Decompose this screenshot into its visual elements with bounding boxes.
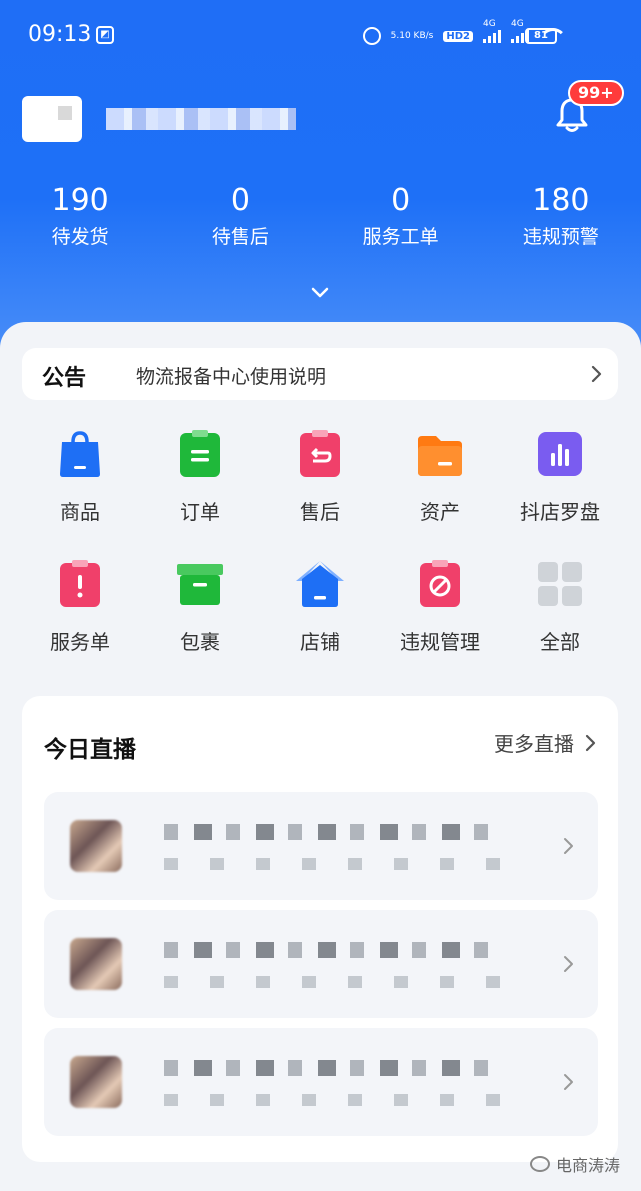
live-name-blurred — [164, 824, 504, 840]
hd-voice-icon: HD2 — [443, 30, 473, 42]
stat-label: 待售后 — [211, 226, 269, 248]
stat-label: 待发货 — [51, 226, 109, 248]
shortcut-label: 店铺 — [300, 630, 340, 654]
app-notification-icon: ◩ — [96, 26, 114, 44]
status-time: 09:13 — [28, 22, 92, 47]
shortcut-label: 售后 — [300, 500, 340, 524]
live-section-title: 今日直播 — [44, 737, 136, 763]
shortcut-orders[interactable]: 订单 — [140, 424, 260, 554]
shop-name-blurred[interactable] — [106, 108, 296, 130]
shortcut-violations[interactable]: 违规管理 — [380, 554, 500, 684]
chevron-right-icon — [564, 838, 573, 854]
wechat-icon — [530, 1156, 550, 1172]
forbidden-icon — [414, 558, 466, 610]
live-name-blurred — [164, 1060, 504, 1076]
notice-tag: 公告 — [42, 366, 87, 391]
shortcut-products[interactable]: 商品 — [20, 424, 140, 554]
shortcut-store[interactable]: 店铺 — [260, 554, 380, 684]
stat-service-tickets[interactable]: 0 服务工单 — [321, 182, 481, 262]
shop-avatar[interactable] — [22, 96, 82, 142]
battery-indicator: 81 — [525, 28, 557, 44]
live-meta-blurred — [164, 1094, 524, 1106]
live-avatar-blurred — [70, 938, 122, 990]
live-item[interactable] — [44, 792, 598, 900]
stat-violation-warning[interactable]: 180 违规预警 — [481, 182, 641, 262]
watermark-text: 电商涛涛 — [556, 1156, 621, 1175]
more-live-link[interactable]: 更多直播 — [494, 728, 596, 757]
shortcut-aftersale[interactable]: 售后 — [260, 424, 380, 554]
shortcut-packages[interactable]: 包裹 — [140, 554, 260, 684]
order-clipboard-icon — [174, 428, 226, 480]
shopping-bag-icon — [54, 428, 106, 480]
shortcut-grid: 商品 订单 售后 资产 抖店罗盘 服务单 包裹 店铺 违规管理 全部 — [20, 424, 620, 684]
stat-value: 0 — [230, 183, 250, 218]
live-item[interactable] — [44, 1028, 598, 1136]
live-avatar-blurred — [70, 1056, 122, 1108]
stat-pending-shipment[interactable]: 190 待发货 — [0, 182, 160, 262]
notice-bar[interactable]: 公告 物流报备中心使用说明 — [22, 348, 618, 400]
shortcut-label: 商品 — [60, 500, 100, 524]
more-live-label: 更多直播 — [494, 732, 574, 756]
stat-value: 0 — [391, 183, 411, 218]
alarm-icon — [362, 27, 381, 45]
chevron-right-icon — [591, 365, 602, 383]
live-meta-blurred — [164, 858, 524, 870]
signal-icon-sim1: 4G — [483, 19, 501, 43]
shortcut-all[interactable]: 全部 — [500, 554, 620, 684]
stat-value: 180 — [532, 183, 590, 218]
network-speed: 5.10 KB/s — [390, 31, 434, 41]
notification-count-badge: 99+ — [568, 80, 624, 106]
stat-pending-aftersale[interactable]: 0 待售后 — [160, 182, 320, 262]
home-icon — [294, 558, 346, 610]
package-box-icon — [174, 558, 226, 610]
watermark: 电商涛涛 — [530, 1152, 620, 1176]
stats-row: 190 待发货 0 待售后 0 服务工单 180 违规预警 — [0, 182, 641, 262]
chevron-right-icon — [564, 956, 573, 972]
live-name-blurred — [164, 942, 504, 958]
status-bar: 09:13 ◩ 5.10 KB/s HD2 4G 4G 81 — [0, 0, 641, 72]
shortcut-assets[interactable]: 资产 — [380, 424, 500, 554]
chevron-right-icon — [564, 1074, 573, 1090]
stat-value: 190 — [51, 183, 109, 218]
shortcut-compass[interactable]: 抖店罗盘 — [500, 424, 620, 554]
return-clipboard-icon — [294, 428, 346, 480]
shortcut-label: 订单 — [180, 500, 220, 524]
shortcut-label: 抖店罗盘 — [520, 500, 600, 524]
grid-icon — [534, 558, 586, 610]
live-item[interactable] — [44, 910, 598, 1018]
alert-clipboard-icon — [54, 558, 106, 610]
shortcut-label: 包裹 — [180, 630, 220, 654]
shortcut-label: 违规管理 — [400, 630, 480, 654]
chevron-down-icon[interactable] — [310, 285, 330, 299]
shortcut-label: 资产 — [420, 500, 460, 524]
shortcut-service-orders[interactable]: 服务单 — [20, 554, 140, 684]
wallet-folder-icon — [414, 428, 466, 480]
bar-chart-icon — [534, 428, 586, 480]
today-live-card: 今日直播 更多直播 — [22, 696, 618, 1162]
notice-text: 物流报备中心使用说明 — [136, 366, 327, 388]
chevron-right-icon — [585, 734, 596, 751]
live-meta-blurred — [164, 976, 524, 988]
stat-label: 服务工单 — [362, 226, 439, 248]
stat-label: 违规预警 — [522, 226, 599, 248]
shortcut-label: 全部 — [540, 630, 580, 654]
shortcut-label: 服务单 — [50, 630, 110, 654]
live-avatar-blurred — [70, 820, 122, 872]
